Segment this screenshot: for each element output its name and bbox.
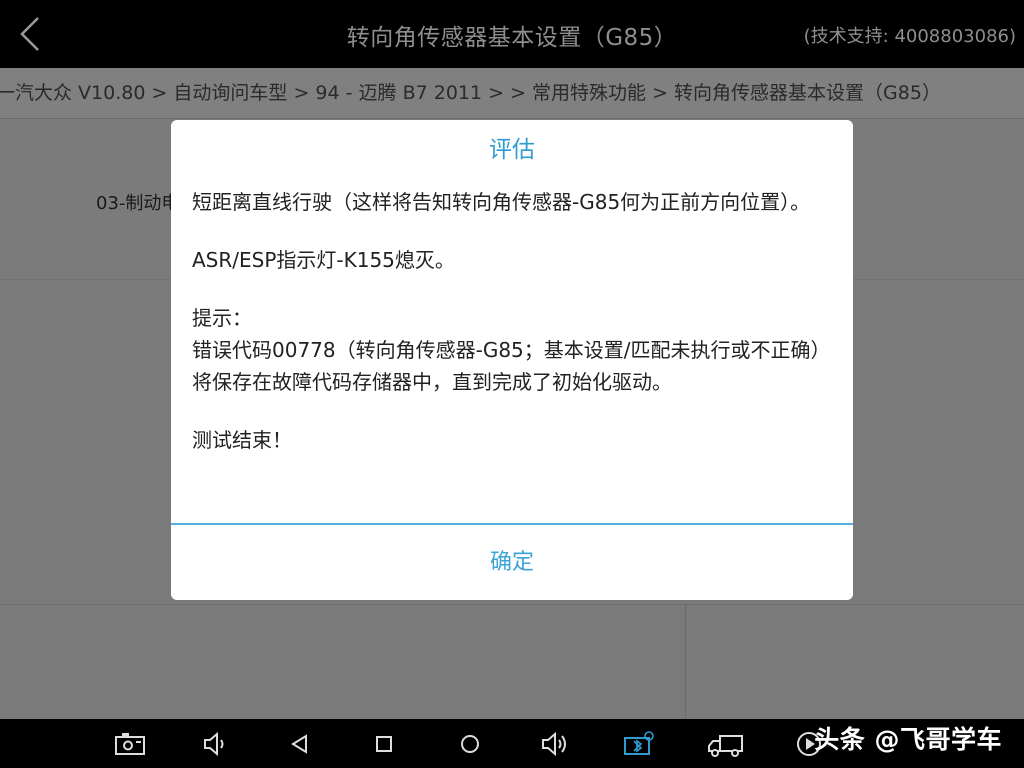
home-button[interactable] [368, 729, 400, 759]
back-triangle-icon [291, 734, 307, 754]
volume-down-button[interactable] [199, 729, 231, 759]
recents-button[interactable] [454, 729, 486, 759]
evaluation-dialog: 评估 短距离直线行驶（这样将告知转向角传感器-G85何为正前方向位置）。 ASR… [171, 120, 853, 600]
vehicle-button[interactable] [706, 729, 746, 759]
dialog-title: 评估 [489, 137, 535, 163]
vci-connection-button[interactable] [622, 729, 654, 759]
volume-up-button[interactable] [538, 729, 570, 759]
divider [685, 604, 686, 719]
truck-icon [708, 735, 743, 757]
recents-circle-icon [461, 735, 479, 753]
dialog-paragraph: 短距离直线行驶（这样将告知转向角传感器-G85何为正前方向位置）。 [192, 190, 811, 214]
dialog-body: 短距离直线行驶（这样将告知转向角传感器-G85何为正前方向位置）。 ASR/ES… [192, 186, 837, 482]
volume-down-icon [204, 731, 224, 757]
screenshot-icon [115, 733, 145, 755]
confirm-button[interactable]: 确定 [171, 525, 853, 600]
dialog-paragraph: ASR/ESP指示灯-K155熄灭。 [192, 248, 455, 272]
breadcrumb-text: 一汽大众 V10.80 > 自动询问车型 > 94 - 迈腾 B7 2011 >… [0, 82, 941, 104]
navigation-bar: 头条 @飞哥学车 [0, 719, 1024, 768]
screenshot-button[interactable] [114, 729, 146, 759]
row-label: 03-制动电 [96, 193, 180, 214]
watermark: 头条 @飞哥学车 [814, 725, 1002, 754]
vci-bluetooth-icon [624, 731, 654, 755]
dialog-paragraph: 提示： 错误代码00778（转向角传感器-G85；基本设置/匹配未执行或不正确）… [192, 306, 831, 394]
volume-up-icon [542, 731, 566, 757]
home-square-icon [376, 736, 392, 752]
support-hotline: (技术支持: 4008803086) [803, 26, 1016, 47]
dialog-paragraph: 测试结束！ [192, 428, 292, 452]
top-bar: 转向角传感器基本设置（G85） (技术支持: 4008803086) [0, 0, 1024, 68]
divider [0, 604, 1024, 605]
back-nav-button[interactable] [284, 729, 316, 759]
breadcrumb: 一汽大众 V10.80 > 自动询问车型 > 94 - 迈腾 B7 2011 >… [0, 68, 1024, 119]
